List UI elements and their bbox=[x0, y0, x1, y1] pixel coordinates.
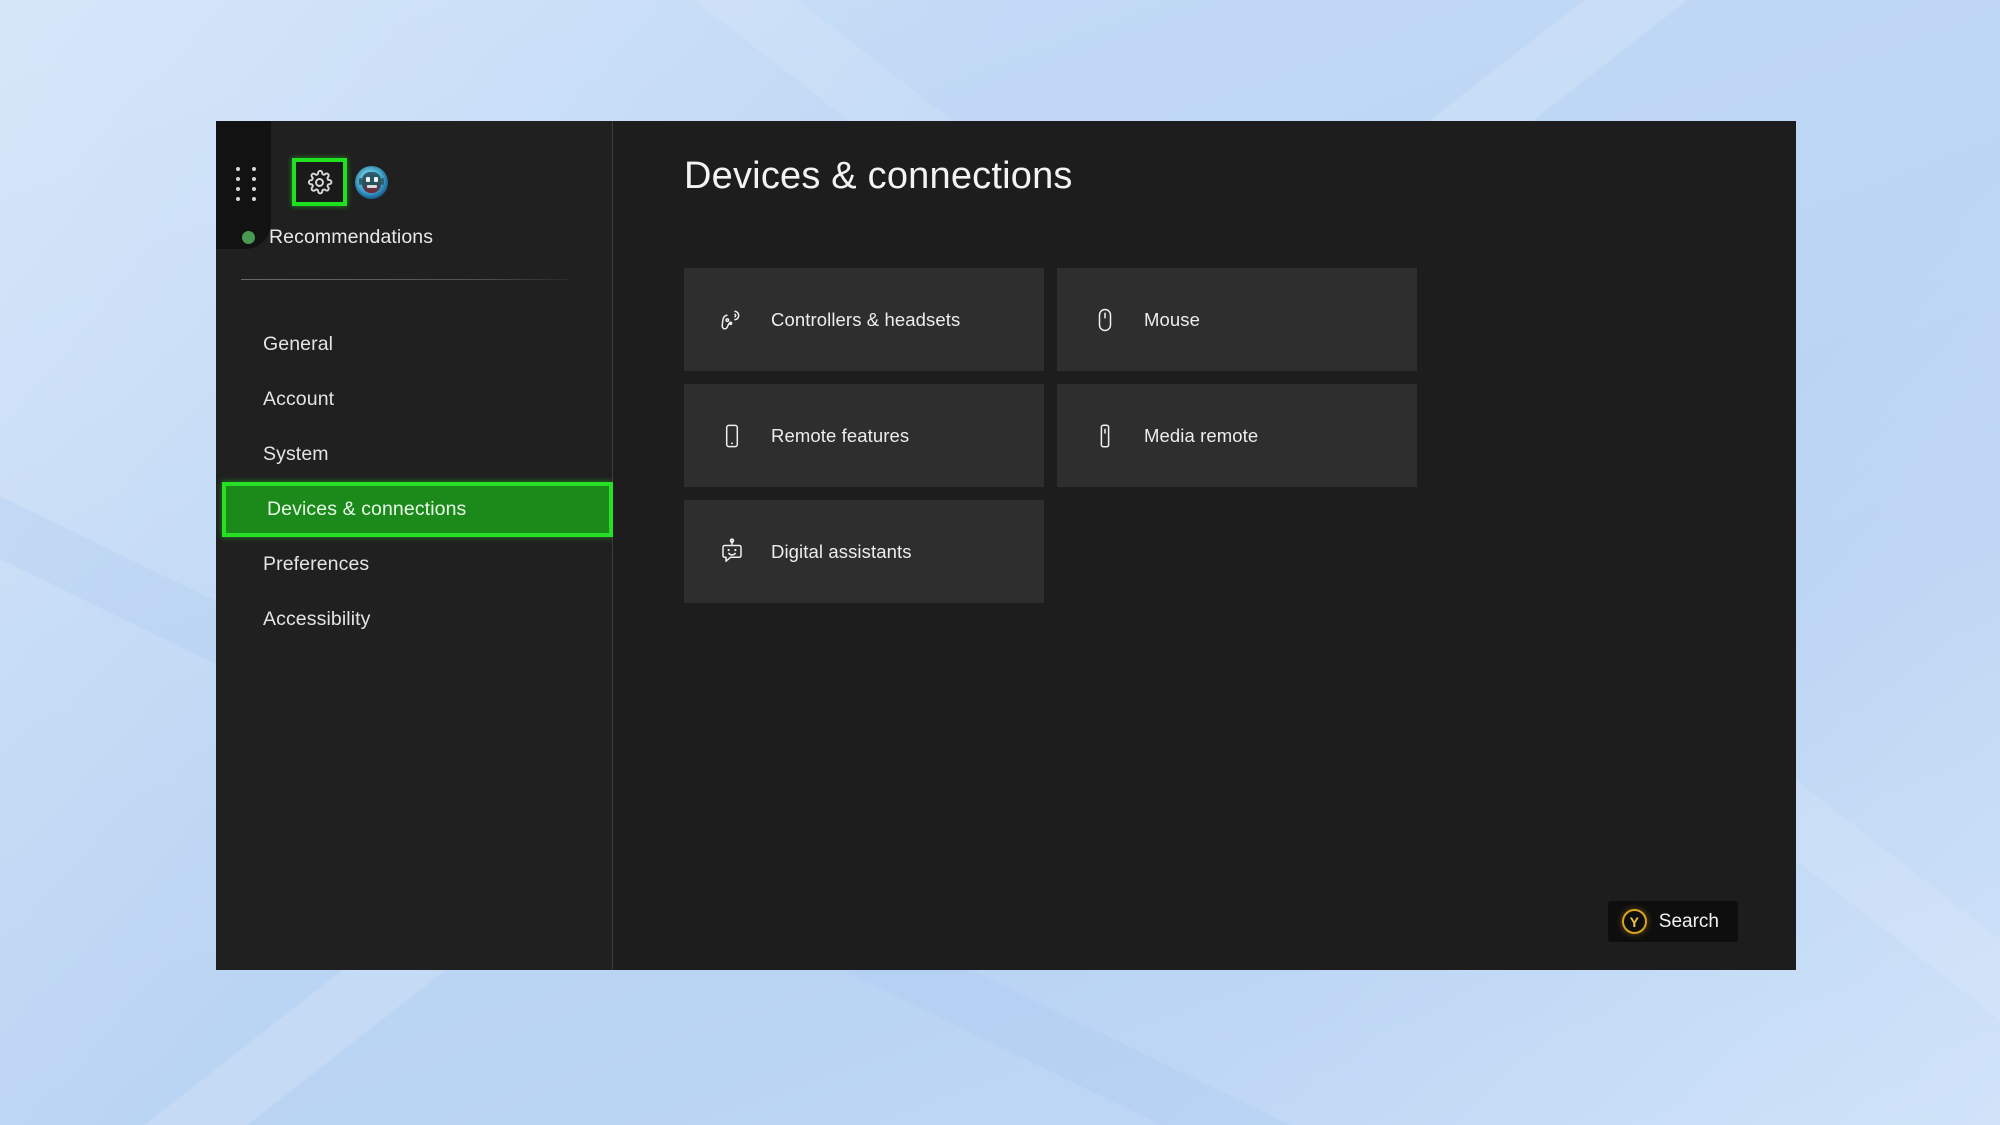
search-button[interactable]: Y Search bbox=[1607, 901, 1738, 942]
profile-row bbox=[292, 151, 388, 213]
sidebar-item-label: System bbox=[263, 443, 329, 465]
sidebar-item-label: Preferences bbox=[263, 553, 370, 575]
tile-mouse[interactable]: Mouse bbox=[1057, 268, 1417, 371]
sidebar-item-account[interactable]: Account bbox=[216, 372, 613, 427]
tile-label: Digital assistants bbox=[771, 540, 912, 562]
tile-media-remote[interactable]: Media remote bbox=[1057, 384, 1417, 487]
media-remote-icon bbox=[1091, 422, 1119, 450]
sidebar-item-accessibility[interactable]: Accessibility bbox=[216, 592, 613, 647]
sidebar-divider bbox=[241, 279, 570, 280]
main-content: Devices & connections Controllers & head… bbox=[613, 121, 1796, 970]
search-button-label: Search bbox=[1658, 910, 1719, 932]
page-title: Devices & connections bbox=[684, 155, 1073, 197]
avatar[interactable] bbox=[355, 165, 388, 199]
gear-icon[interactable] bbox=[292, 158, 347, 206]
sidebar-item-system[interactable]: System bbox=[216, 427, 613, 482]
tile-grid: Controllers & headsets Mouse Remote feat… bbox=[684, 268, 1417, 603]
tile-controllers-and-headsets[interactable]: Controllers & headsets bbox=[684, 268, 1044, 371]
tile-label: Mouse bbox=[1144, 308, 1201, 330]
sidebar-item-label: Recommendations bbox=[269, 226, 434, 248]
sidebar-item-label: General bbox=[263, 333, 334, 355]
tile-label: Media remote bbox=[1144, 424, 1259, 446]
sidebar-item-label: Devices & connections bbox=[267, 498, 467, 520]
sidebar-item-recommendations[interactable]: Recommendations bbox=[238, 217, 590, 258]
xbox-settings-window: Recommendations General Account System D… bbox=[216, 121, 1796, 970]
tile-remote-features[interactable]: Remote features bbox=[684, 384, 1044, 487]
mobile-phone-icon bbox=[718, 422, 746, 450]
robot-assistant-icon bbox=[718, 537, 746, 566]
y-button-icon: Y bbox=[1621, 909, 1647, 934]
recommendations-badge-dot bbox=[242, 231, 255, 244]
sidebar-item-general[interactable]: General bbox=[216, 317, 613, 372]
gear-icon-glyph bbox=[307, 169, 333, 194]
mouse-icon bbox=[1091, 306, 1119, 334]
sidebar-item-label: Accessibility bbox=[263, 608, 371, 630]
tile-label: Controllers & headsets bbox=[771, 308, 961, 330]
dots-grid-drag-handle-icon[interactable] bbox=[236, 167, 260, 207]
tile-digital-assistants[interactable]: Digital assistants bbox=[684, 500, 1044, 603]
sidebar-item-preferences[interactable]: Preferences bbox=[216, 537, 613, 592]
sidebar-item-label: Account bbox=[263, 388, 335, 410]
tile-label: Remote features bbox=[771, 424, 910, 446]
sidebar-nav-list: General Account System Devices & connect… bbox=[216, 317, 613, 647]
sidebar-item-devices-and-connections[interactable]: Devices & connections bbox=[222, 482, 613, 537]
desktop-background: Recommendations General Account System D… bbox=[0, 0, 2000, 1125]
sidebar: Recommendations General Account System D… bbox=[216, 121, 613, 970]
game-controller-icon bbox=[718, 306, 746, 334]
